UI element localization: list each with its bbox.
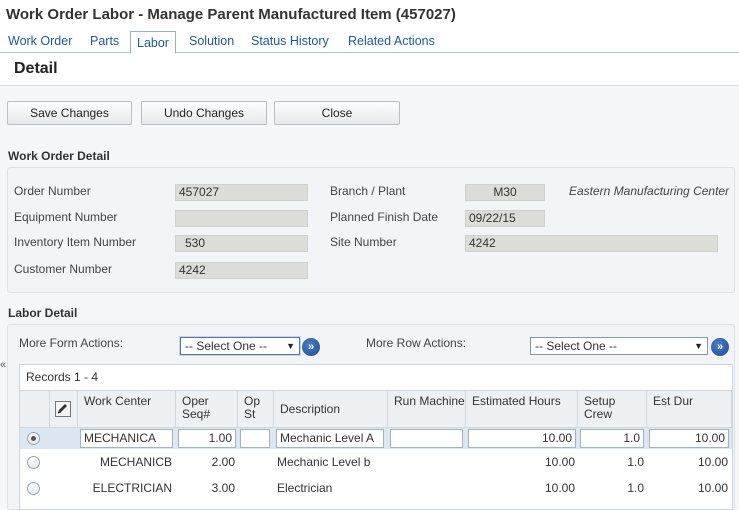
dropdown-arrow-icon: ▼ xyxy=(694,341,703,351)
row-radio-2[interactable] xyxy=(27,456,40,469)
row1-est-dur[interactable]: 10.00 xyxy=(649,429,729,448)
row1-work-center[interactable]: MECHANICA xyxy=(80,429,173,448)
tab-status-history[interactable]: Status History xyxy=(251,34,329,48)
row1-description[interactable]: Mechanic Level A xyxy=(276,429,384,448)
tab-bar: Work Order Parts Labor Solution Status H… xyxy=(0,31,739,54)
row2-description: Mechanic Level b xyxy=(277,455,371,469)
row3-description: Electrician xyxy=(277,481,333,495)
detail-header: Detail xyxy=(0,54,739,86)
window-titlebar: Work Order Labor - Manage Parent Manufac… xyxy=(0,0,739,30)
col-work-center[interactable]: Work Center xyxy=(78,390,176,428)
double-chevron-right-icon[interactable]: » xyxy=(711,338,729,356)
col-oper-seq[interactable]: Oper Seq# xyxy=(176,390,238,428)
row1-run-machine[interactable] xyxy=(390,429,463,448)
double-chevron-right-icon[interactable]: » xyxy=(302,338,320,356)
col-run-machine[interactable]: Run Machine xyxy=(388,390,466,428)
chevron-left-icon[interactable]: « xyxy=(0,358,8,372)
dropdown-arrow-icon: ▼ xyxy=(286,341,295,351)
col-setup-crew[interactable]: Setup Crew xyxy=(578,390,647,428)
row-radio-1[interactable] xyxy=(27,432,40,445)
grid-header-edit[interactable] xyxy=(50,390,78,428)
row1-oper-seq[interactable]: 1.00 xyxy=(178,429,236,448)
site-number-value: 4242 xyxy=(465,235,718,252)
customer-number-label: Customer Number xyxy=(14,262,113,276)
order-number-label: Order Number xyxy=(14,184,91,198)
more-form-actions-label: More Form Actions: xyxy=(19,336,124,350)
undo-changes-button[interactable]: Undo Changes xyxy=(141,101,267,125)
page-title: Detail xyxy=(14,60,58,77)
branch-plant-value: M30 xyxy=(465,184,545,201)
tab-labor[interactable]: Labor xyxy=(130,31,176,54)
col-est-dur[interactable]: Est Dur xyxy=(647,390,732,428)
row1-setup-crew[interactable]: 1.0 xyxy=(580,429,644,448)
row2-setup-crew: 1.0 xyxy=(627,455,644,469)
branch-plant-description: Eastern Manufacturing Center xyxy=(569,184,730,198)
row3-est-dur: 10.00 xyxy=(697,481,728,495)
close-button[interactable]: Close xyxy=(274,101,400,125)
equipment-number-label: Equipment Number xyxy=(14,210,118,224)
planned-finish-date-value: 09/22/15 xyxy=(465,210,545,227)
save-changes-button[interactable]: Save Changes xyxy=(7,101,132,125)
more-row-actions-selected: -- Select One -- xyxy=(535,339,618,353)
branch-plant-label: Branch / Plant xyxy=(330,184,406,198)
more-form-actions-select[interactable]: -- Select One -- ▼ xyxy=(180,337,300,355)
row3-estimated-hours: 10.00 xyxy=(544,481,575,495)
row3-setup-crew: 1.0 xyxy=(627,481,644,495)
col-estimated-hours[interactable]: Estimated Hours xyxy=(466,390,578,428)
tab-work-order[interactable]: Work Order xyxy=(8,34,72,48)
tab-related-actions[interactable]: Related Actions xyxy=(348,34,435,48)
window-title: Work Order Labor - Manage Parent Manufac… xyxy=(6,6,456,23)
row2-oper-seq: 2.00 xyxy=(211,455,235,469)
row-radio-3[interactable] xyxy=(27,482,40,495)
row1-estimated-hours[interactable]: 10.00 xyxy=(468,429,576,448)
row1-op-st[interactable] xyxy=(240,429,270,448)
more-form-actions-selected: -- Select One -- xyxy=(185,339,268,353)
col-op-st[interactable]: Op St xyxy=(238,390,274,428)
edit-grid-icon xyxy=(55,401,71,417)
row2-work-center: MECHANICB xyxy=(99,455,172,469)
equipment-number-value xyxy=(175,210,308,227)
work-order-detail-label: Work Order Detail xyxy=(8,149,110,163)
row2-estimated-hours: 10.00 xyxy=(544,455,575,469)
more-row-actions-select[interactable]: -- Select One -- ▼ xyxy=(530,337,708,355)
row2-est-dur: 10.00 xyxy=(697,455,728,469)
planned-finish-date-label: Planned Finish Date xyxy=(330,210,439,224)
row3-oper-seq: 3.00 xyxy=(211,481,235,495)
col-description[interactable]: Description xyxy=(274,390,388,428)
customer-number-value: 4242 xyxy=(175,262,308,279)
inventory-item-number-value: 530 xyxy=(175,235,308,252)
records-count: Records 1 - 4 xyxy=(26,370,99,384)
more-row-actions-label: More Row Actions: xyxy=(366,336,467,350)
tab-solution[interactable]: Solution xyxy=(189,34,234,48)
row3-work-center: ELECTRICIAN xyxy=(92,481,172,495)
tab-parts[interactable]: Parts xyxy=(90,34,119,48)
order-number-value: 457027 xyxy=(175,184,308,201)
labor-detail-label: Labor Detail xyxy=(8,306,78,320)
grid-header-select xyxy=(20,390,50,428)
inventory-item-number-label: Inventory Item Number xyxy=(14,235,137,249)
site-number-label: Site Number xyxy=(330,235,397,249)
